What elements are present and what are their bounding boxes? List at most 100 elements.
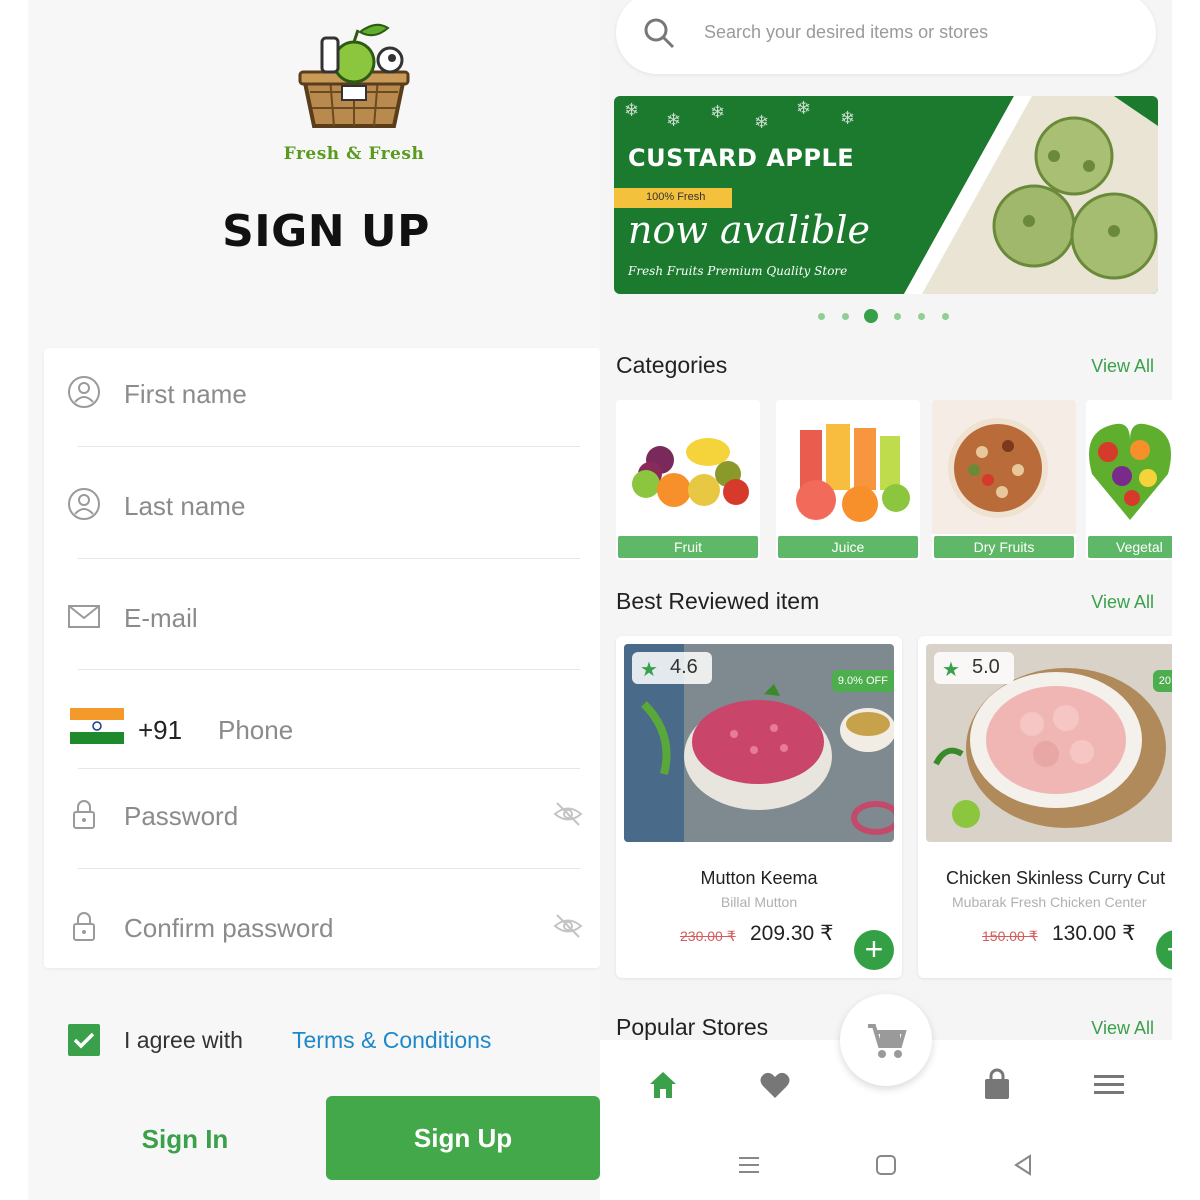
- search-icon: [644, 18, 675, 49]
- search-placeholder: Search your desired items or stores: [704, 22, 989, 42]
- product-card[interactable]: ★ 4.6 9.0% OFF Mutton Keema Billal Mutto…: [616, 636, 902, 978]
- category-vegetables[interactable]: Vegetal: [1086, 400, 1172, 560]
- user-icon: [68, 376, 100, 408]
- recent-apps-icon[interactable]: [736, 1152, 762, 1178]
- lock-icon: [73, 912, 95, 941]
- best-reviewed-view-all[interactable]: View All: [1091, 592, 1154, 613]
- heart-icon[interactable]: [758, 1068, 792, 1102]
- terms-link[interactable]: Terms & Conditions: [292, 1027, 491, 1054]
- country-code[interactable]: +91: [138, 715, 182, 746]
- rating-value: 5.0: [972, 656, 1000, 678]
- confirm-password-field[interactable]: Confirm password: [66, 900, 584, 960]
- carousel-dot[interactable]: [942, 313, 949, 320]
- banner-subline: Fresh Fruits Premium Quality Store: [628, 264, 848, 278]
- product-image: ★ 5.0 20.0%: [926, 644, 1172, 842]
- user-icon: [68, 488, 100, 520]
- bag-icon[interactable]: [980, 1068, 1014, 1102]
- product-name: Chicken Skinless Curry Cut: [946, 868, 1166, 888]
- divider: [78, 768, 580, 769]
- category-label: Dry Fruits: [934, 536, 1074, 558]
- phone-field[interactable]: +91 Phone: [66, 702, 582, 762]
- discount-badge: 9.0% OFF: [831, 670, 894, 692]
- brand-name: Fresh & Fresh: [283, 144, 425, 164]
- popular-stores-title: Popular Stores: [616, 1014, 769, 1040]
- product-store: Billal Mutton: [720, 894, 798, 910]
- password-field[interactable]: Password: [66, 788, 584, 848]
- category-fruit[interactable]: Fruit: [616, 400, 760, 560]
- password-placeholder: Password: [124, 801, 239, 831]
- banner-tag: 100% Fresh: [646, 191, 706, 203]
- popular-stores-view-all[interactable]: View All: [1091, 1018, 1154, 1039]
- home-button-icon[interactable]: [873, 1152, 899, 1178]
- confirm-password-placeholder: Confirm password: [124, 913, 334, 943]
- rating-value: 4.6: [670, 656, 698, 678]
- india-flag-icon[interactable]: [70, 708, 124, 744]
- carousel-dot[interactable]: [918, 313, 925, 320]
- category-label: Juice: [778, 536, 918, 558]
- fruit-image: [616, 400, 760, 534]
- custard-apple-image: [904, 96, 1158, 294]
- first-name-placeholder: First name: [124, 379, 247, 409]
- product-name: Mutton Keema: [700, 868, 818, 888]
- carousel-dot-active[interactable]: [864, 309, 878, 323]
- signup-screen: Fresh & Fresh SIGN UP First name Last na…: [28, 0, 600, 1200]
- page-title: SIGN UP: [222, 206, 430, 257]
- divider: [78, 868, 580, 869]
- banner-headline: now avalible: [628, 208, 871, 252]
- menu-icon[interactable]: [1092, 1068, 1126, 1102]
- star-icon: ★: [640, 659, 658, 681]
- carousel-indicator: [818, 308, 958, 324]
- vegetables-image: [1086, 400, 1172, 534]
- category-juice[interactable]: Juice: [776, 400, 920, 560]
- home-icon[interactable]: [646, 1068, 680, 1102]
- product-card[interactable]: ★ 5.0 20.0% Chicken Skinless Curry Cut M…: [918, 636, 1172, 978]
- cart-icon: [868, 1024, 907, 1058]
- snowflake-icon: ❄: [754, 112, 770, 132]
- eye-off-icon[interactable]: [552, 798, 584, 830]
- old-price: 150.00 ₹: [982, 928, 1038, 944]
- categories-view-all[interactable]: View All: [1091, 356, 1154, 377]
- product-image: ★ 4.6 9.0% OFF: [624, 644, 894, 842]
- category-dry-fruits[interactable]: Dry Fruits: [932, 400, 1076, 560]
- home-screen: Search your desired items or stores ❄ ❄ …: [600, 0, 1172, 1200]
- price: 209.30 ₹: [750, 922, 834, 945]
- promo-banner[interactable]: ❄ ❄ ❄ ❄ ❄ ❄ CUSTARD APPLE 100% Fresh now…: [614, 96, 1158, 294]
- email-field[interactable]: E-mail: [66, 590, 582, 650]
- divider: [78, 446, 580, 447]
- last-name-placeholder: Last name: [124, 491, 246, 521]
- price: 130.00 ₹: [1052, 922, 1136, 945]
- divider: [78, 669, 580, 670]
- lock-icon: [73, 800, 95, 829]
- brand-logo: Fresh & Fresh: [274, 16, 434, 166]
- sign-in-button[interactable]: Sign In: [78, 1098, 292, 1180]
- last-name-field[interactable]: Last name: [66, 478, 582, 538]
- discount-badge: 20.0%: [1152, 670, 1172, 692]
- carousel-dot[interactable]: [818, 313, 825, 320]
- cart-button[interactable]: [840, 994, 932, 1086]
- add-to-cart-button[interactable]: +: [1156, 930, 1172, 970]
- eye-off-icon[interactable]: [552, 910, 584, 942]
- carousel-dot[interactable]: [842, 313, 849, 320]
- carousel-dot[interactable]: [894, 313, 901, 320]
- screenshot-root: Fresh & Fresh SIGN UP First name Last na…: [0, 0, 1200, 1200]
- dry-fruits-image: [932, 400, 1076, 534]
- rating-badge: ★ 4.6: [632, 652, 712, 684]
- old-price: 230.00 ₹: [680, 928, 736, 944]
- snowflake-icon: ❄: [624, 100, 640, 120]
- sign-up-button[interactable]: Sign Up: [326, 1096, 600, 1180]
- star-icon: ★: [942, 659, 960, 681]
- search-bar[interactable]: Search your desired items or stores: [616, 0, 1156, 74]
- divider: [78, 558, 580, 559]
- first-name-field[interactable]: First name: [66, 366, 582, 426]
- agree-label: I agree with: [124, 1027, 243, 1053]
- category-label: Fruit: [618, 536, 758, 558]
- email-placeholder: E-mail: [124, 603, 198, 633]
- snowflake-icon: ❄: [710, 102, 726, 122]
- category-label: Vegetal: [1088, 536, 1172, 558]
- signup-form: First name Last name E-mail +91 Phone Pa…: [44, 348, 600, 968]
- back-icon[interactable]: [1010, 1152, 1036, 1178]
- add-to-cart-button[interactable]: +: [854, 930, 894, 970]
- rating-badge: ★ 5.0: [934, 652, 1014, 684]
- terms-checkbox[interactable]: [68, 1024, 100, 1056]
- mail-icon: [68, 605, 100, 628]
